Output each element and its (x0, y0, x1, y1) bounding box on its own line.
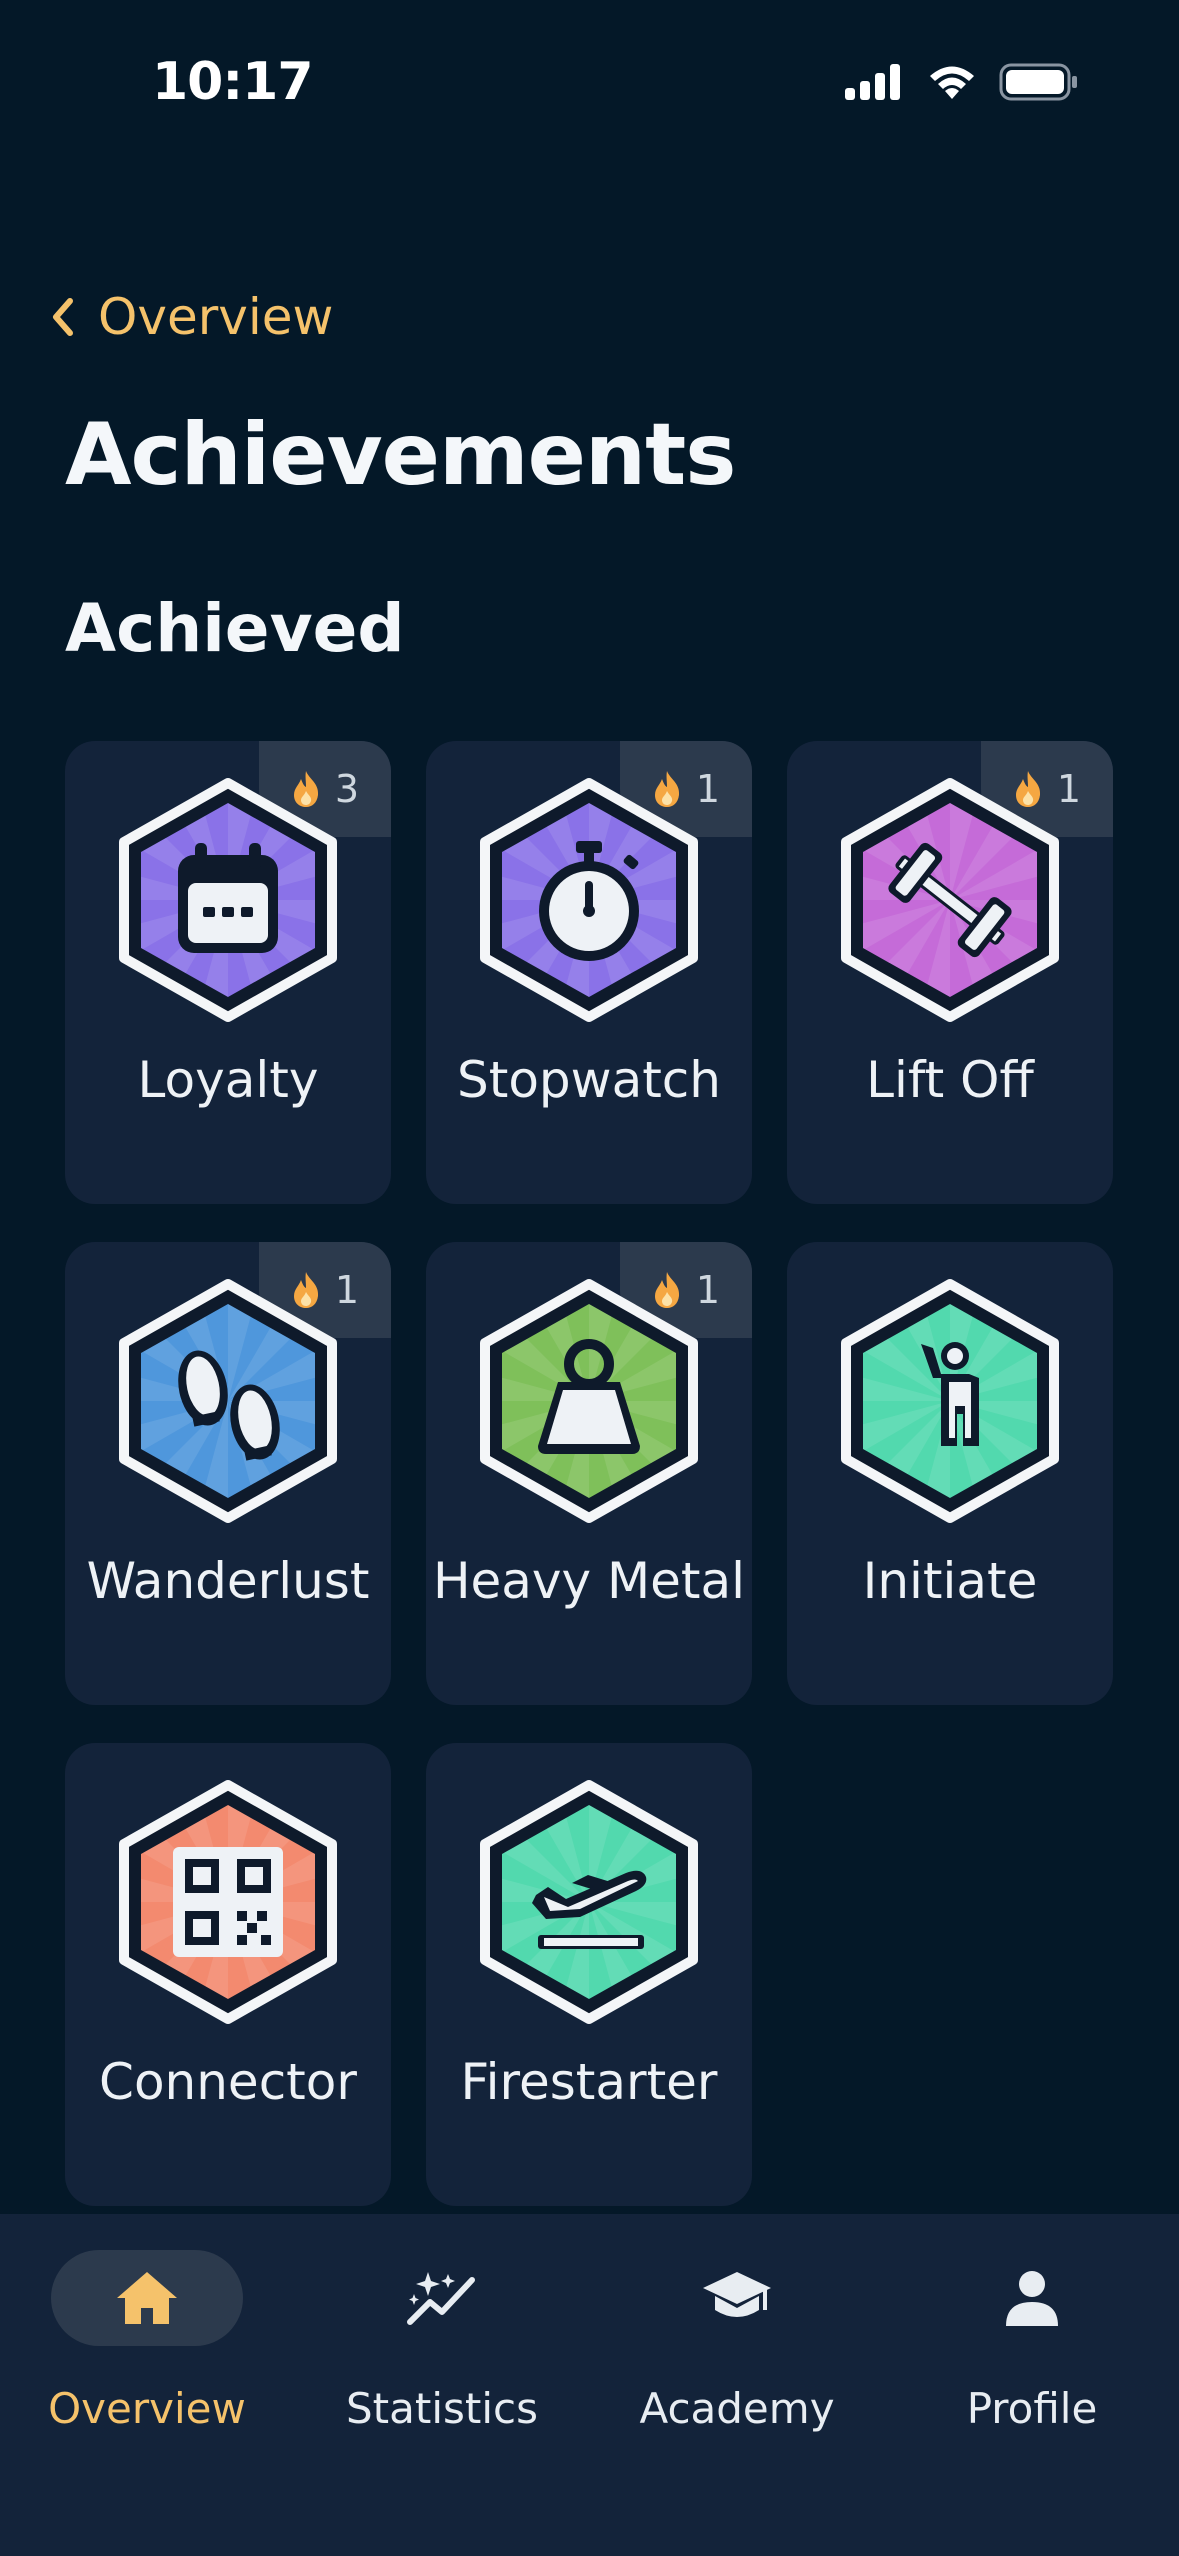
qr-code-badge (119, 1780, 337, 2024)
home-icon (117, 2272, 177, 2324)
tab-bar: Overview Statistics Academy Profile (0, 2214, 1179, 2556)
tab-overview[interactable]: Overview (27, 2250, 267, 2450)
person-wave-badge (841, 1279, 1059, 1523)
achievement-card-stopwatch[interactable]: 1 Stopwatch (426, 741, 752, 1204)
achievement-card-lift-off[interactable]: 1 Lift Off (787, 741, 1113, 1204)
achievement-name: Firestarter (460, 2053, 718, 2111)
chevron-left-icon (53, 298, 73, 336)
back-button[interactable]: Overview (48, 288, 333, 346)
achievement-name: Stopwatch (457, 1051, 721, 1109)
calendar-badge (119, 778, 337, 1022)
achievement-name: Heavy Metal (432, 1552, 746, 1610)
calendar-icon (178, 843, 278, 953)
achievement-name: Loyalty (137, 1051, 319, 1109)
tab-label: Statistics (346, 2384, 538, 2433)
battery-icon (999, 63, 1077, 101)
tab-highlight (51, 2250, 243, 2346)
person-icon (1006, 2271, 1058, 2326)
status-icons (845, 62, 1079, 102)
graduation-cap-icon (703, 2272, 771, 2317)
page-title: Achievements (65, 405, 736, 505)
plane-takeoff-badge (480, 1780, 698, 2024)
tab-label: Profile (966, 2384, 1098, 2433)
achievement-card-loyalty[interactable]: 3 Loyalty (65, 741, 391, 1204)
status-time: 10:17 (152, 52, 314, 112)
barbell-badge (841, 778, 1059, 1022)
tab-highlight (641, 2250, 833, 2346)
stopwatch-badge (480, 778, 698, 1022)
footprints-badge (119, 1279, 337, 1523)
achievement-name: Initiate (862, 1552, 1038, 1610)
tab-highlight (936, 2250, 1128, 2346)
achievement-card-connector[interactable]: Connector (65, 1743, 391, 2206)
achievement-card-heavy-metal[interactable]: 1 Heavy Metal (426, 1242, 752, 1705)
tab-academy[interactable]: Academy (617, 2250, 857, 2450)
wifi-icon (930, 66, 974, 99)
achievement-card-wanderlust[interactable]: 1 Wanderlust (65, 1242, 391, 1705)
sparkles-chart-icon (407, 2272, 475, 2325)
section-title: Achieved (65, 590, 405, 667)
achievement-card-firestarter[interactable]: Firestarter (426, 1743, 752, 2206)
back-label: Overview (98, 288, 334, 346)
tab-profile[interactable]: Profile (912, 2250, 1152, 2450)
tab-label: Academy (639, 2384, 835, 2433)
achievement-name: Lift Off (866, 1051, 1034, 1109)
achievement-card-initiate[interactable]: Initiate (787, 1242, 1113, 1705)
qr-code-icon (173, 1847, 283, 1957)
tab-highlight (346, 2250, 538, 2346)
achievement-name: Connector (99, 2053, 357, 2111)
signal-icon (845, 64, 900, 100)
tab-statistics[interactable]: Statistics (322, 2250, 562, 2450)
kettlebell-badge (480, 1279, 698, 1523)
status-bar: 10:17 (0, 0, 1179, 170)
achievements-grid: 3 Loyalty 1 Stopwatch 1 Lift Off 1 Wande… (65, 741, 1114, 2206)
tab-label: Overview (48, 2384, 246, 2433)
achievement-name: Wanderlust (86, 1552, 370, 1610)
